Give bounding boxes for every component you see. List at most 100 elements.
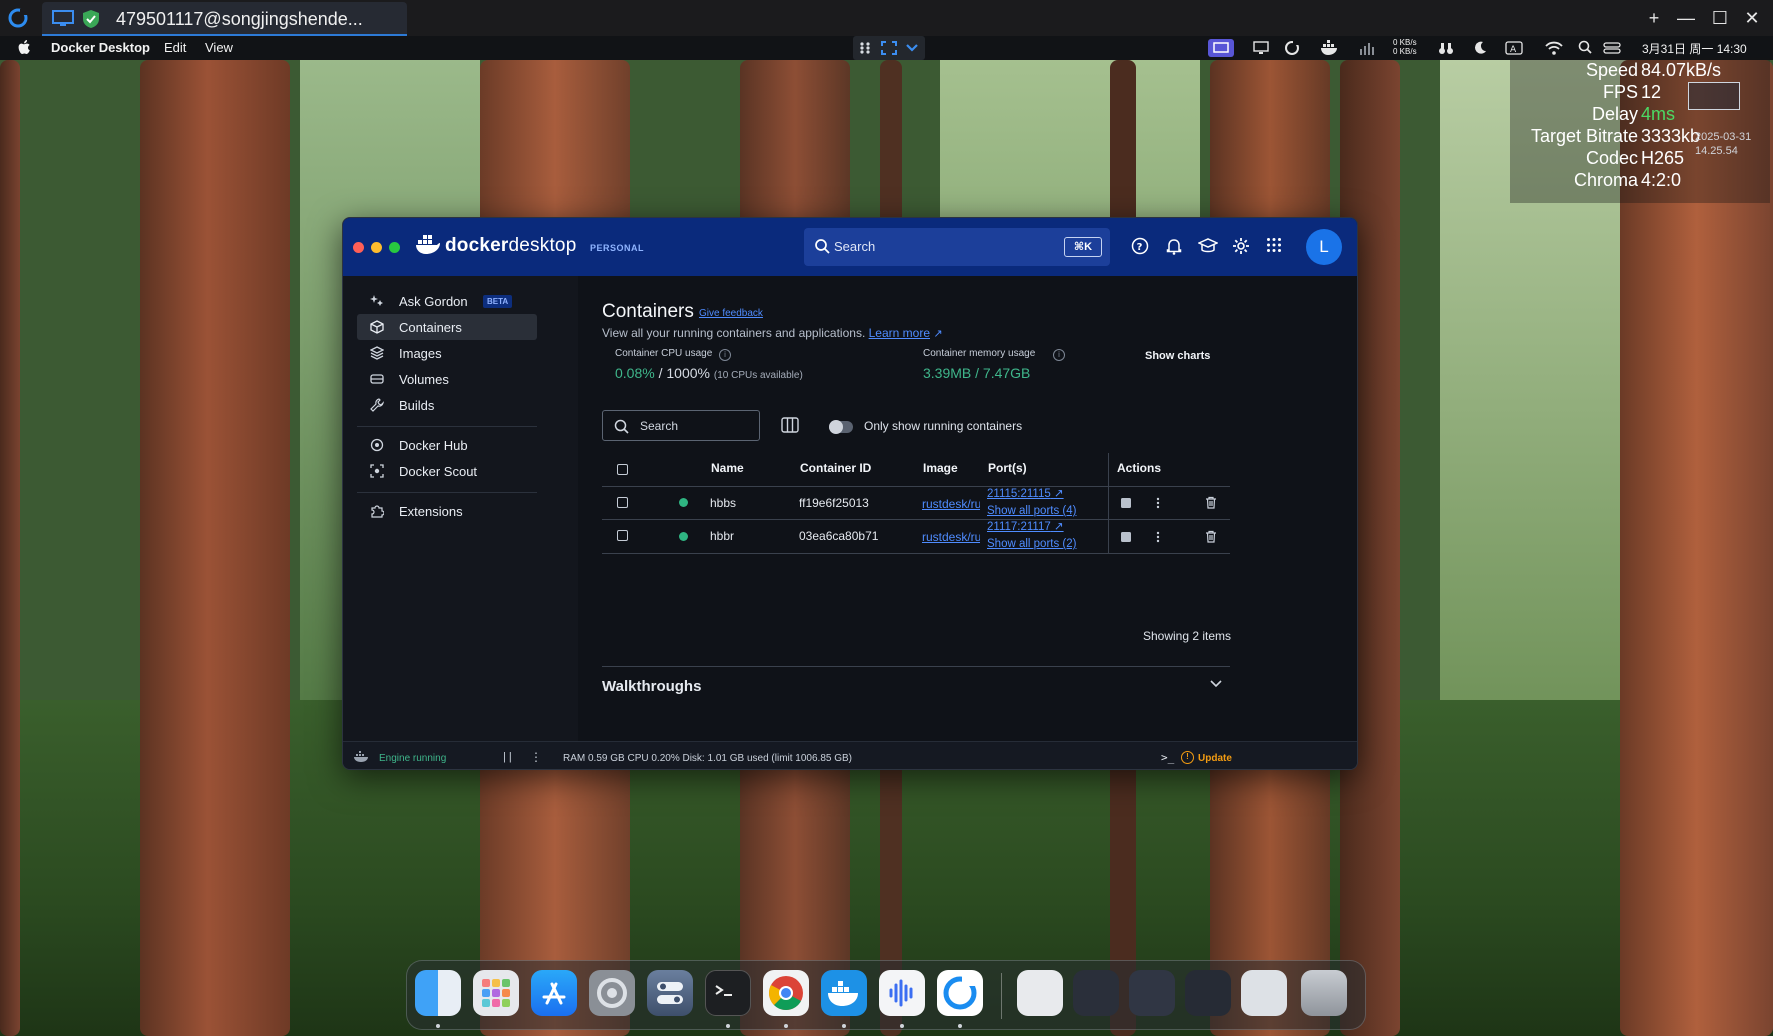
sidebar-item-ask-gordon[interactable]: Ask Gordon BETA	[357, 288, 537, 314]
menu-edit[interactable]: Edit	[164, 40, 186, 55]
finder-icon[interactable]	[415, 970, 461, 1016]
terminal-icon[interactable]: >_	[1161, 751, 1174, 764]
launchpad-icon[interactable]	[473, 970, 519, 1016]
info-icon[interactable]: i	[719, 349, 731, 361]
window-minimize-button[interactable]	[371, 242, 382, 253]
give-feedback-link[interactable]: Give feedback	[699, 308, 763, 319]
system-settings-icon[interactable]	[589, 970, 635, 1016]
walkthroughs-heading[interactable]: Walkthroughs	[602, 678, 701, 695]
control-center-icon[interactable]	[1603, 40, 1621, 56]
chevron-down-icon[interactable]	[1210, 680, 1222, 688]
close-button[interactable]: ✕	[1742, 8, 1762, 28]
learn-more-link[interactable]: Learn more	[869, 326, 930, 340]
settings-gear-icon[interactable]	[1232, 237, 1250, 255]
show-all-ports-link[interactable]: Show all ports (2)	[987, 536, 1076, 553]
docker-icon[interactable]	[821, 970, 867, 1016]
network-speed: 0 KB/s 0 KB/s	[1393, 38, 1417, 56]
notifications-bell-icon[interactable]	[1165, 237, 1183, 255]
new-tab-button[interactable]: +	[1644, 8, 1664, 28]
menu-view[interactable]: View	[205, 40, 233, 55]
container-image-link[interactable]: rustdesk/rustdesk-server	[922, 497, 980, 511]
display-icon[interactable]	[1253, 40, 1269, 56]
select-all-checkbox[interactable]	[617, 464, 628, 475]
binoculars-icon[interactable]	[1438, 40, 1454, 56]
menubar-clock[interactable]: 3月31日 周一 14:30	[1642, 40, 1747, 57]
trash-icon[interactable]	[1301, 970, 1347, 1016]
sidebar-item-volumes[interactable]: Volumes	[357, 366, 537, 392]
port-link[interactable]: 21117:21117 ↗	[987, 519, 1076, 536]
drag-handle-icon[interactable]	[859, 41, 871, 55]
stack-1-icon[interactable]	[1073, 970, 1119, 1016]
sidebar-item-docker-hub[interactable]: Docker Hub	[357, 432, 537, 458]
running-indicator	[842, 1024, 846, 1028]
docker-tray-icon[interactable]	[1320, 40, 1340, 56]
update-button[interactable]: Update	[1198, 753, 1232, 764]
sidebar-item-images[interactable]: Images	[357, 340, 537, 366]
global-search-placeholder: Search	[834, 239, 876, 254]
finder-alt-icon[interactable]	[647, 970, 693, 1016]
row-checkbox[interactable]	[617, 497, 628, 508]
remote-toolbar	[853, 36, 925, 60]
voice-memos-icon[interactable]	[879, 970, 925, 1016]
pause-icon[interactable]: | |	[503, 751, 512, 763]
port-link[interactable]: 21115:21115 ↗	[987, 486, 1076, 503]
preview-icon[interactable]	[1017, 970, 1063, 1016]
chevron-down-icon[interactable]	[905, 43, 919, 53]
user-avatar[interactable]: L	[1306, 229, 1342, 265]
spotlight-search-icon[interactable]	[1578, 40, 1592, 56]
screen-share-icon[interactable]	[1208, 39, 1234, 57]
rustdesk-tray-icon[interactable]	[1284, 40, 1300, 56]
global-search-input[interactable]: Search ⌘K	[804, 228, 1110, 266]
container-image-link[interactable]: rustdesk/rustdesk-server	[922, 530, 980, 544]
wrench-icon	[370, 398, 384, 412]
column-header-image[interactable]: Image	[923, 461, 958, 475]
columns-toggle-icon[interactable]	[781, 416, 799, 434]
column-header-name[interactable]: Name	[711, 461, 744, 475]
row-checkbox[interactable]	[617, 530, 628, 541]
remote-session-tab[interactable]: 479501117@songjingshende...	[42, 2, 407, 36]
delete-trash-icon[interactable]	[1205, 496, 1217, 509]
rustdesk-icon[interactable]	[937, 970, 983, 1016]
app-store-icon[interactable]	[531, 970, 577, 1016]
container-search-input[interactable]: Search	[602, 410, 760, 441]
column-header-ports[interactable]: Port(s)	[988, 461, 1027, 475]
toggles-icon	[657, 982, 683, 1004]
more-options-icon[interactable]	[1155, 531, 1161, 543]
sidebar-item-extensions[interactable]: Extensions	[357, 498, 537, 524]
stack-3-icon[interactable]	[1185, 970, 1231, 1016]
terminal-icon[interactable]	[705, 970, 751, 1016]
stop-icon[interactable]	[1120, 497, 1132, 509]
wifi-icon[interactable]	[1545, 40, 1563, 56]
apps-grid-icon[interactable]	[1266, 237, 1282, 253]
info-icon[interactable]: i	[1053, 349, 1065, 361]
apple-menu-icon[interactable]	[18, 40, 31, 55]
window-close-button[interactable]	[353, 242, 364, 253]
minimize-button[interactable]: —	[1676, 8, 1696, 28]
show-all-ports-link[interactable]: Show all ports (4)	[987, 503, 1076, 520]
sidebar: Ask Gordon BETA Containers Images Volume…	[343, 276, 578, 741]
help-icon[interactable]: ?	[1131, 237, 1149, 255]
container-name[interactable]: hbbs	[710, 496, 736, 510]
delete-trash-icon[interactable]	[1205, 530, 1217, 543]
stack-4-icon[interactable]	[1241, 970, 1287, 1016]
container-name[interactable]: hbbr	[710, 529, 734, 543]
stack-2-icon[interactable]	[1129, 970, 1175, 1016]
learning-center-icon[interactable]	[1198, 237, 1218, 255]
only-running-toggle[interactable]	[829, 420, 853, 434]
window-zoom-button[interactable]	[389, 242, 400, 253]
table-row-divider	[602, 519, 1230, 520]
sidebar-item-containers[interactable]: Containers	[357, 314, 537, 340]
chrome-icon[interactable]	[763, 970, 809, 1016]
keyboard-input-icon[interactable]: A	[1505, 40, 1523, 56]
fullscreen-icon[interactable]	[881, 41, 897, 55]
show-charts-button[interactable]: Show charts	[1145, 350, 1210, 362]
sidebar-item-builds[interactable]: Builds	[357, 392, 537, 418]
more-options-icon[interactable]: ⋮	[530, 750, 542, 764]
menubar-app-name[interactable]: Docker Desktop	[51, 40, 150, 55]
column-header-container-id[interactable]: Container ID	[800, 461, 871, 475]
stop-icon[interactable]	[1120, 531, 1132, 543]
moon-icon[interactable]	[1472, 40, 1488, 56]
maximize-button[interactable]: ☐	[1710, 8, 1730, 28]
more-options-icon[interactable]	[1155, 497, 1161, 509]
sidebar-item-docker-scout[interactable]: Docker Scout	[357, 458, 537, 484]
